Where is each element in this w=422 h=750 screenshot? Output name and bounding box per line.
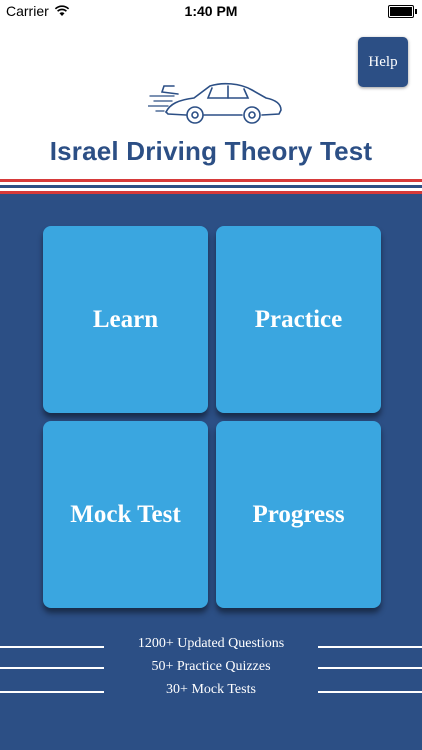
- battery-icon: [388, 5, 414, 18]
- deco-line: [0, 691, 104, 693]
- status-time: 1:40 PM: [184, 3, 238, 19]
- feature-mock-tests: 30+ Mock Tests: [166, 682, 256, 697]
- deco-line: [318, 667, 422, 669]
- practice-button[interactable]: Practice: [216, 226, 381, 413]
- app-title: Israel Driving Theory Test: [49, 136, 373, 166]
- learn-button[interactable]: Learn: [43, 226, 208, 413]
- divider-stripe: [0, 179, 422, 182]
- divider-stripe: [0, 185, 422, 188]
- deco-line: [0, 667, 104, 669]
- deco-line: [318, 646, 422, 648]
- car-icon: [148, 82, 282, 124]
- main-panel: Learn Practice Mock Test Progress 1200+ …: [0, 194, 422, 750]
- mock-test-button[interactable]: Mock Test: [43, 421, 208, 608]
- status-bar: Carrier 1:40 PM: [0, 0, 422, 22]
- battery-tip: [415, 9, 417, 14]
- deco-line: [318, 691, 422, 693]
- deco-line: [0, 646, 104, 648]
- feature-questions: 1200+ Updated Questions: [137, 636, 285, 651]
- progress-button[interactable]: Progress: [216, 421, 381, 608]
- help-button[interactable]: Help: [358, 37, 408, 87]
